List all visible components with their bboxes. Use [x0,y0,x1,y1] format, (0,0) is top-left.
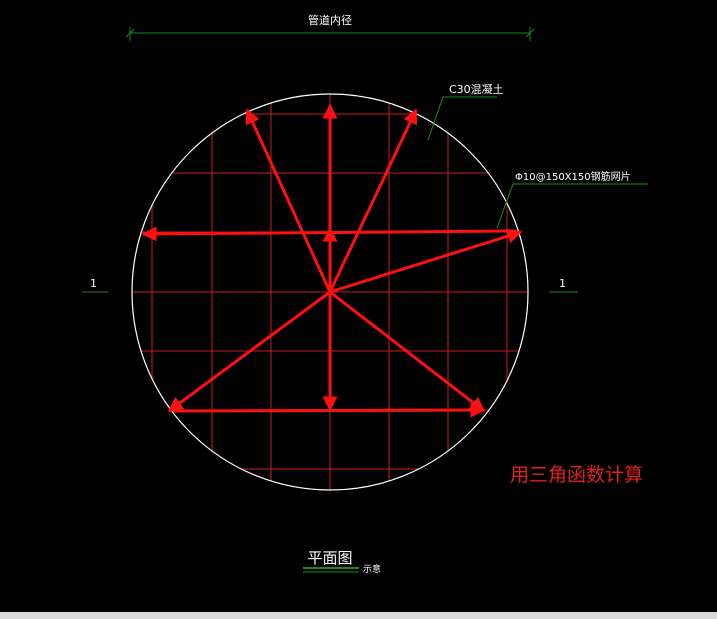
dimension-line [125,27,535,41]
arrow-right [329,228,523,294]
rebar-leader [496,183,648,229]
cad-drawing-canvas: 管道内径 C30混凝土 Φ10@150X150钢筋网片 1 1 用三角函数计算 … [82,13,648,575]
arrow-chord-top [141,226,517,242]
rebar-label: Φ10@150X150钢筋网片 [515,170,631,183]
radial-arrows [141,103,523,418]
concrete-leader [427,96,497,141]
arrow-chord-bottom [172,402,486,418]
concrete-label: C30混凝土 [449,82,504,96]
plan-title: 平面图 [307,549,352,567]
plan-title-sub: 示意 [363,563,381,575]
section-mark-left-label: 1 [90,277,97,290]
arrow-up-right [328,108,418,293]
arrow-up-left [245,108,332,293]
dimension-label: 管道内径 [308,13,352,27]
calculation-note: 用三角函数计算 [510,464,643,486]
bottom-strip [0,612,717,619]
section-mark-right-label: 1 [559,277,566,290]
